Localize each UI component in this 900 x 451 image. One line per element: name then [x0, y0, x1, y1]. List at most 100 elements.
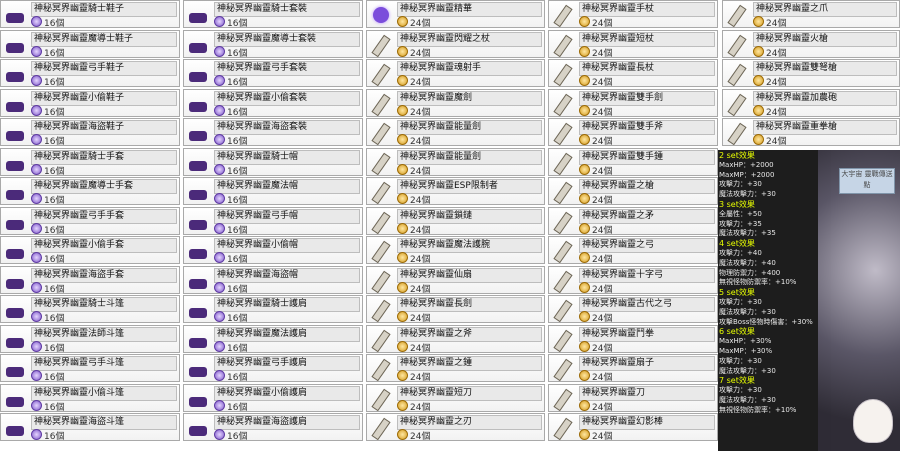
- set-effect-header: 4 set效果: [719, 239, 755, 249]
- item-name: 神秘冥界幽靈魔法帽: [214, 179, 360, 194]
- list-item[interactable]: 神秘冥界幽靈魔劍 24個: [366, 88, 545, 118]
- set-effect-line: 全屬性：+50: [719, 209, 762, 218]
- list-item[interactable]: 神秘冥界幽靈閃耀之杖 24個: [366, 29, 545, 59]
- list-item[interactable]: 神秘冥界幽靈小偷護肩 16個: [183, 383, 363, 413]
- staff-icon: [551, 62, 575, 87]
- list-item[interactable]: 神秘冥界幽靈鎖鏈 24個: [366, 206, 545, 236]
- list-item[interactable]: 神秘冥界幽靈海盜斗篷 16個: [0, 413, 180, 442]
- list-item[interactable]: 神秘冥界幽靈重拳槍 24個: [722, 118, 900, 147]
- coin-icon: [214, 222, 225, 234]
- list-item[interactable]: 神秘冥界幽靈騎士斗篷 16個: [0, 295, 180, 324]
- list-item[interactable]: 神秘冥界幽靈之鍾 24個: [366, 354, 545, 383]
- list-item[interactable]: 神秘冥界幽靈魔法帽 16個: [183, 177, 363, 206]
- item-count-text: 16個: [44, 196, 65, 206]
- list-item[interactable]: 神秘冥界幽靈法師斗篷 16個: [0, 324, 180, 354]
- list-item[interactable]: 神秘冥界幽靈魔法護肩 16個: [183, 324, 363, 354]
- list-item[interactable]: 神秘冥界幽靈十字弓 24個: [548, 265, 718, 295]
- list-item[interactable]: 神秘冥界幽靈雙手鍾 24個: [548, 147, 718, 177]
- list-item[interactable]: 神秘冥界幽靈精華 24個: [366, 0, 545, 29]
- list-item[interactable]: 神秘冥界幽靈弓手套裝 16個: [183, 59, 363, 88]
- list-item[interactable]: 神秘冥界幽靈雙手劍 24個: [548, 88, 718, 118]
- list-item[interactable]: 神秘冥界幽靈仙扇 24個: [366, 265, 545, 295]
- spear-icon: [551, 180, 575, 205]
- list-item[interactable]: 神秘冥界幽靈弓手手套 16個: [0, 206, 180, 236]
- list-item[interactable]: 神秘冥界幽靈扇子 24個: [548, 354, 718, 383]
- item-name: 神秘冥界幽靈雙手鍾: [579, 149, 715, 165]
- list-item[interactable]: 神秘冥界幽靈騎士套裝 16個: [183, 0, 363, 29]
- list-item[interactable]: 神秘冥界幽靈雙弩槍 24個: [722, 59, 900, 88]
- item-name: 神秘冥界幽靈雙弩槍: [753, 61, 897, 76]
- set-effect-header: 3 set效果: [719, 199, 755, 209]
- coin-icon: [214, 16, 225, 27]
- item-count: 16個: [31, 370, 64, 383]
- list-item[interactable]: 神秘冥界幽靈弓手護肩 16個: [183, 354, 363, 383]
- list-item[interactable]: 神秘冥界幽靈騎士帽 16個: [183, 147, 363, 177]
- set-effect-line: 物理防禦力：+400: [719, 268, 781, 277]
- shoulder-icon: [186, 298, 210, 322]
- list-item[interactable]: 神秘冥界幽靈之爪 24個: [722, 0, 900, 29]
- list-item[interactable]: 神秘冥界幽靈之斧 24個: [366, 324, 545, 354]
- list-item[interactable]: 神秘冥界幽靈海盜鞋子 16個: [0, 118, 180, 147]
- list-item[interactable]: 神秘冥界幽靈小偷鞋子 16個: [0, 88, 180, 118]
- list-item[interactable]: 神秘冥界幽靈海盜護肩 16個: [183, 413, 363, 442]
- list-item[interactable]: 神秘冥界幽靈魔法護腕 24個: [366, 236, 545, 265]
- shoe-icon: [3, 62, 27, 86]
- list-item[interactable]: 神秘冥界幽靈弓手帽 16個: [183, 206, 363, 236]
- list-item[interactable]: 神秘冥界幽靈海盜手套 16個: [0, 265, 180, 295]
- coin-icon: [397, 163, 408, 175]
- item-count-text: 16個: [227, 402, 248, 413]
- list-item[interactable]: 神秘冥界幽靈小偷手套 16個: [0, 236, 180, 265]
- list-item[interactable]: 神秘冥界幽靈之刃 24個: [366, 413, 545, 442]
- list-item[interactable]: 神秘冥界幽靈魂射手 24個: [366, 59, 545, 88]
- list-item[interactable]: 神秘冥界幽靈小偷斗篷 16個: [0, 383, 180, 413]
- item-count-text: 16個: [44, 284, 65, 295]
- list-item[interactable]: 神秘冥界幽靈加農砲 24個: [722, 88, 900, 118]
- list-item[interactable]: 神秘冥界幽靈魔導士套裝 16個: [183, 29, 363, 59]
- list-item[interactable]: 神秘冥界幽靈騎士手套 16個: [0, 147, 180, 177]
- item-count: 24個: [397, 16, 430, 29]
- list-item[interactable]: 神秘冥界幽靈之矛 24個: [548, 206, 718, 236]
- list-item[interactable]: 神秘冥界幽靈海盜套裝 16個: [183, 118, 363, 147]
- list-item[interactable]: 神秘冥界幽靈之弓 24個: [548, 236, 718, 265]
- list-item[interactable]: 神秘冥界幽靈刀 24個: [548, 383, 718, 413]
- list-item[interactable]: 神秘冥界幽靈短杖 24個: [548, 29, 718, 59]
- coin-icon: [31, 45, 42, 57]
- item-name: 神秘冥界幽靈扇子: [579, 356, 715, 371]
- list-item[interactable]: 神秘冥界幽靈能量劍 24個: [366, 147, 545, 177]
- list-item[interactable]: 神秘冥界幽靈古代之弓 24個: [548, 295, 718, 324]
- list-item[interactable]: 神秘冥界幽靈雙手斧 24個: [548, 118, 718, 147]
- coin-icon: [214, 163, 225, 175]
- list-item[interactable]: 神秘冥界幽靈ESP限制者 24個: [366, 177, 545, 206]
- coin-icon: [214, 281, 225, 293]
- list-item[interactable]: 神秘冥界幽靈短刀 24個: [366, 383, 545, 413]
- list-item[interactable]: 神秘冥界幽靈騎士鞋子 16個: [0, 0, 180, 29]
- dagger-icon: [369, 387, 393, 411]
- list-item[interactable]: 神秘冥界幽靈小偷帽 16個: [183, 236, 363, 265]
- coin-icon: [579, 340, 590, 352]
- list-item[interactable]: 神秘冥界幽靈幻影棒 24個: [548, 413, 718, 442]
- list-item[interactable]: 神秘冥界幽靈之槍 24個: [548, 177, 718, 206]
- list-item[interactable]: 神秘冥界幽靈鬥拳 24個: [548, 324, 718, 354]
- list-item[interactable]: 神秘冥界幽靈能量劍 24個: [366, 118, 545, 147]
- item-count-text: 16個: [227, 314, 248, 324]
- list-item[interactable]: 神秘冥界幽靈長杖 24個: [548, 59, 718, 88]
- item-count-text: 24個: [592, 373, 613, 383]
- item-count-text: 24個: [410, 373, 431, 383]
- item-name: 神秘冥界幽靈魔劍: [397, 90, 542, 106]
- item-name: 神秘冥界幽靈弓手手套: [31, 208, 177, 224]
- list-item[interactable]: 神秘冥界幽靈魔導士鞋子 16個: [0, 29, 180, 59]
- list-item[interactable]: 神秘冥界幽靈魔導士手套 16個: [0, 177, 180, 206]
- list-item[interactable]: 神秘冥界幽靈弓手斗篷 16個: [0, 354, 180, 383]
- list-item[interactable]: 神秘冥界幽靈手杖 24個: [548, 0, 718, 29]
- list-item[interactable]: 神秘冥界幽靈弓手鞋子 16個: [0, 59, 180, 88]
- item-count-text: 16個: [227, 107, 248, 118]
- list-item[interactable]: 神秘冥界幽靈火槍 24個: [722, 29, 900, 59]
- coin-icon: [31, 429, 42, 440]
- list-item[interactable]: 神秘冥界幽靈騎士護肩 16個: [183, 295, 363, 324]
- coin-icon: [579, 399, 590, 411]
- list-item[interactable]: 神秘冥界幽靈長劍 24個: [366, 295, 545, 324]
- item-count: 16個: [214, 45, 247, 59]
- list-item[interactable]: 神秘冥界幽靈海盜帽 16個: [183, 265, 363, 295]
- item-count-text: 16個: [227, 166, 248, 177]
- list-item[interactable]: 神秘冥界幽靈小偷套裝 16個: [183, 88, 363, 118]
